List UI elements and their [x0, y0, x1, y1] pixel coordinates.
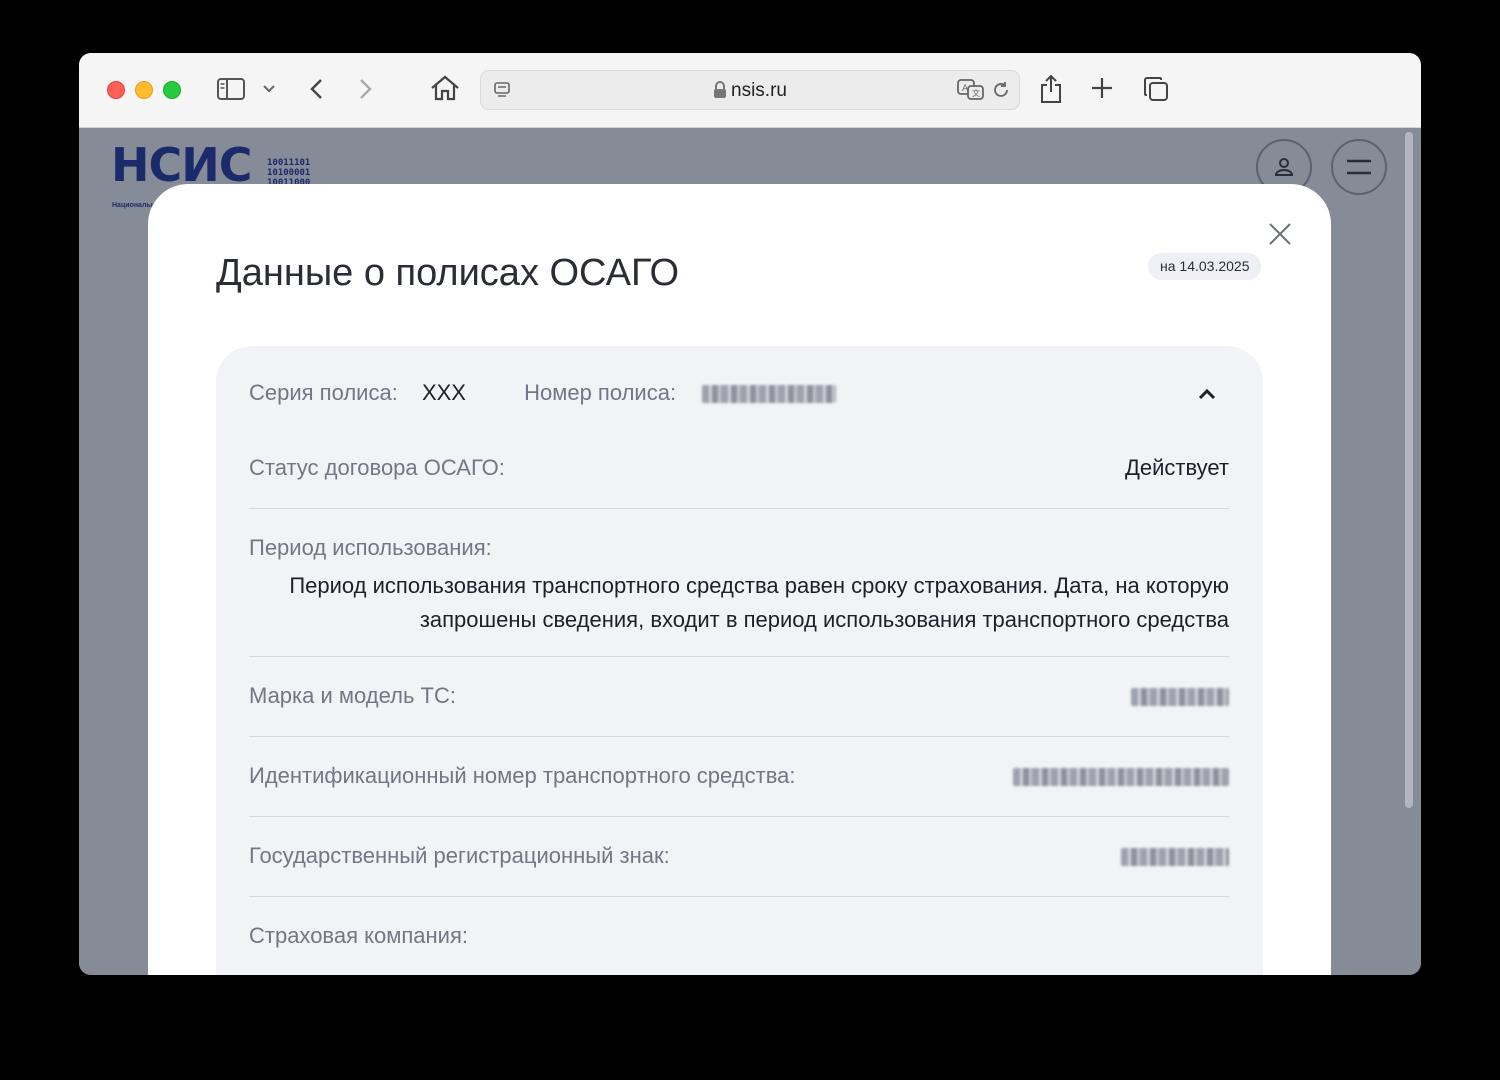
tabs-icon[interactable]: [1143, 76, 1169, 102]
number-label: Номер полиса:: [524, 380, 677, 405]
number-value-redacted: [702, 385, 837, 404]
modal-title: Данные о полисах ОСАГО: [216, 252, 680, 294]
make-label: Марка и модель ТС:: [249, 683, 456, 708]
chevron-up-icon[interactable]: [1198, 387, 1216, 405]
forward-icon[interactable]: [359, 78, 373, 100]
menu-icon: [1347, 159, 1371, 175]
make-value-redacted: [1131, 683, 1229, 709]
maximize-window-button[interactable]: [163, 81, 181, 99]
status-value: Действует: [1124, 455, 1229, 480]
plate-row: Государственный регистрационный знак:: [249, 843, 1229, 897]
date-badge: на 14.03.2025: [1148, 253, 1262, 280]
share-icon[interactable]: [1039, 74, 1063, 104]
status-label: Статус договора ОСАГО:: [249, 455, 505, 480]
logo-subtitle: Национальн: [112, 202, 155, 209]
logo-bits-line: 10100001: [267, 168, 311, 178]
svg-text:A: A: [962, 84, 969, 94]
plate-label: Государственный регистрационный знак:: [249, 843, 670, 868]
svg-text:文: 文: [972, 88, 980, 98]
policy-card: Серия полиса: XXX Номер полиса: Статус д…: [216, 346, 1263, 975]
vin-row: Идентификационный номер транспортного ср…: [249, 763, 1229, 817]
back-icon[interactable]: [309, 78, 323, 100]
sidebar-icon[interactable]: [217, 78, 245, 100]
page-content: НСИС 10011101 10100001 10011000 10100001…: [79, 128, 1421, 975]
browser-window: nsis.ru A文 НСИС 10011101 10100001 100110…: [79, 53, 1421, 975]
close-modal-button[interactable]: [1267, 221, 1293, 247]
series-value: XXX: [421, 380, 466, 405]
policy-header[interactable]: Серия полиса: XXX Номер полиса:: [249, 380, 1230, 410]
minimize-window-button[interactable]: [135, 81, 153, 99]
vin-value-redacted: [1013, 763, 1229, 789]
close-icon: [1269, 223, 1291, 245]
chevron-down-icon[interactable]: [263, 85, 275, 93]
period-label: Период использования:: [249, 535, 492, 560]
plate-value-redacted: [1121, 843, 1229, 869]
status-row: Статус договора ОСАГО: Действует: [249, 455, 1229, 509]
address-bar[interactable]: nsis.ru A文: [480, 70, 1020, 110]
period-row: Период использования: Период использован…: [249, 535, 1229, 657]
user-icon: [1274, 158, 1294, 176]
home-icon[interactable]: [430, 75, 460, 101]
translate-icon[interactable]: A文: [957, 79, 985, 106]
insurer-label: Страховая компания:: [249, 923, 468, 948]
plus-icon[interactable]: [1091, 77, 1113, 99]
insurer-row: Страховая компания:: [249, 923, 1229, 975]
page-scrollbar[interactable]: [1405, 132, 1413, 808]
vin-label: Идентификационный номер транспортного ср…: [249, 763, 796, 788]
menu-button[interactable]: [1331, 139, 1387, 195]
period-value: Период использования транспортного средс…: [289, 573, 1229, 632]
series-label: Серия полиса:: [249, 380, 398, 405]
browser-toolbar: nsis.ru A文: [79, 53, 1421, 128]
close-window-button[interactable]: [107, 81, 125, 99]
make-row: Марка и модель ТС:: [249, 683, 1229, 737]
url-text: nsis.ru: [731, 80, 787, 101]
logo-bits-line: 10011101: [267, 158, 311, 168]
reload-icon[interactable]: [991, 80, 1011, 105]
policy-modal: Данные о полисах ОСАГО на 14.03.2025 Сер…: [148, 184, 1331, 975]
